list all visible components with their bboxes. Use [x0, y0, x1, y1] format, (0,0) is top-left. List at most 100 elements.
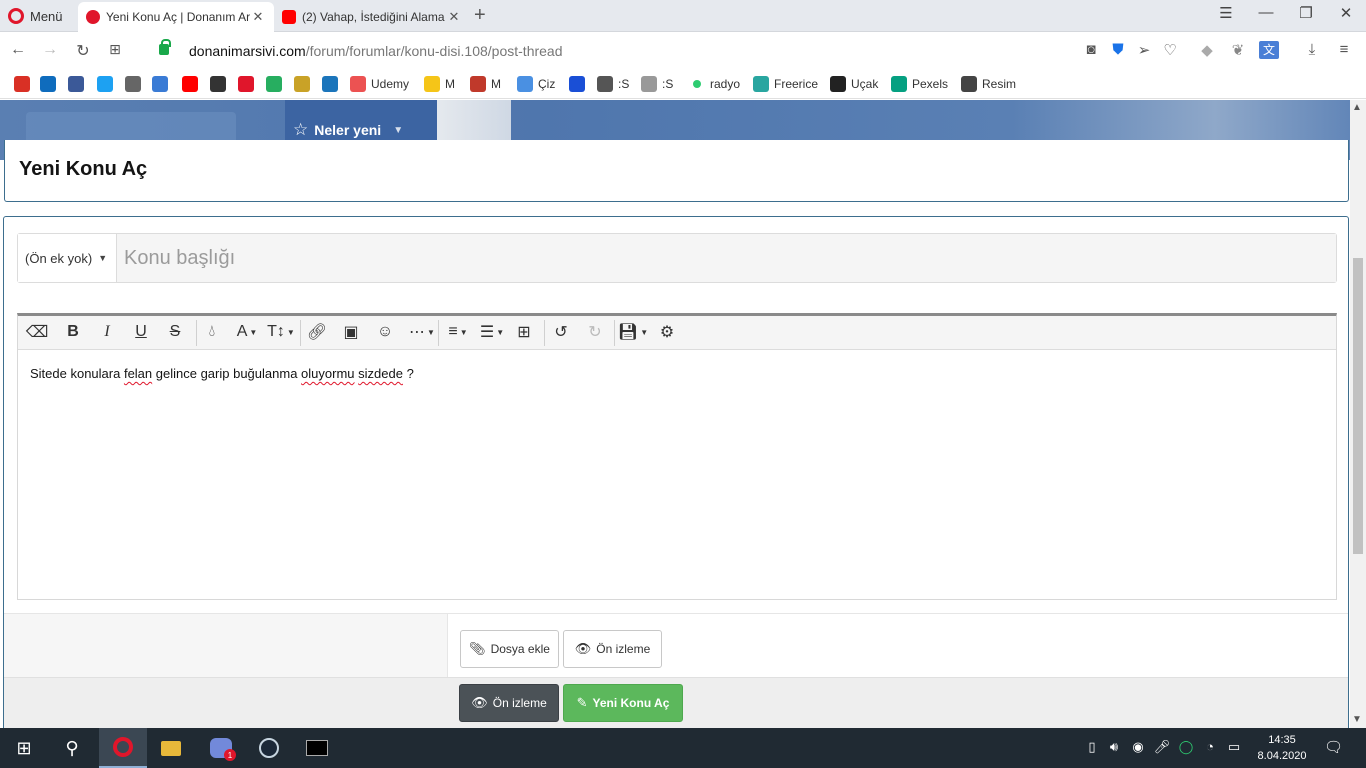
system-clock[interactable]: 14:35 8.04.2020	[1252, 732, 1312, 764]
bookmark-pexels[interactable]: Pexels	[891, 75, 948, 93]
opera-menu-button[interactable]: Menü	[8, 6, 63, 26]
bookmark-resim[interactable]: Resim	[961, 75, 1016, 93]
bookmark-outlook[interactable]	[40, 75, 61, 93]
tray-circle-icon[interactable]: ◯	[1176, 739, 1196, 755]
taskbar-discord[interactable]: 1	[197, 728, 245, 768]
prefix-select[interactable]: (Ön ek yok) ▼	[18, 234, 117, 282]
bookmark-youtube[interactable]	[182, 75, 203, 93]
bookmark-plus[interactable]	[266, 75, 287, 93]
minimize-icon[interactable]: —	[1251, 4, 1281, 21]
bookmark-udemy[interactable]: Udemy	[350, 75, 409, 93]
bookmark-hat[interactable]	[125, 75, 146, 93]
scroll-up-icon[interactable]: ▲	[1352, 102, 1362, 113]
reload-icon[interactable]: ↻	[73, 41, 93, 61]
editor-text-run: gelince garip buğulanma	[152, 366, 302, 381]
battery-icon[interactable]: ▭	[1224, 739, 1244, 755]
bookmark-wolf[interactable]	[210, 75, 231, 93]
tab-menu-icon[interactable]: ☰	[1211, 4, 1241, 22]
extension-cube-icon[interactable]: ◆	[1197, 41, 1217, 59]
lock-icon[interactable]	[159, 39, 171, 55]
restore-icon[interactable]: ❐	[1291, 4, 1321, 22]
device-icon[interactable]: ▯	[1082, 739, 1102, 755]
redo-icon[interactable]: ↻	[584, 321, 606, 343]
submit-preview-button[interactable]: 👁︎ Ön izleme	[459, 684, 559, 722]
close-window-icon[interactable]: ✕	[1331, 4, 1361, 22]
align-icon[interactable]: ≡ ▼	[444, 321, 472, 343]
tab-youtube[interactable]: (2) Vahap, İstediğini Alama ✕	[274, 2, 470, 32]
attach-file-button[interactable]: 📎︎ Dosya ekle	[460, 630, 559, 668]
volume-icon[interactable]: 🔊︎	[1104, 739, 1124, 755]
start-windows-icon[interactable]: ⊞	[0, 728, 48, 768]
taskbar-terminal[interactable]	[293, 728, 341, 768]
camera-icon[interactable]: ◙	[1081, 41, 1101, 58]
bookmark-m-red[interactable]: M	[470, 75, 501, 93]
url-field[interactable]: donanimarsivi.com/forum/forumlar/konu-di…	[189, 43, 563, 59]
editor-content[interactable]: Sitede konulara felan gelince garip buğu…	[30, 366, 414, 381]
bookmark-gmail[interactable]	[14, 75, 35, 93]
forward-arrow-icon[interactable]: →	[40, 41, 60, 59]
strikethrough-icon[interactable]: S	[164, 321, 186, 343]
heart-icon[interactable]: ♡	[1160, 41, 1180, 59]
extension-leaf-icon[interactable]: ❦	[1228, 41, 1248, 59]
new-tab-plus-icon[interactable]: +	[474, 5, 486, 25]
bookmark-bee[interactable]	[294, 75, 315, 93]
link-icon[interactable]: 🔗︎	[306, 321, 328, 343]
smiley-icon[interactable]: ☺	[374, 321, 396, 343]
notification-center-icon[interactable]: 🗨︎	[1324, 738, 1343, 756]
color-drop-icon[interactable]: 💧︎	[201, 321, 223, 343]
bookmark-ih[interactable]	[322, 75, 343, 93]
preview-button[interactable]: 👁︎ Ön izleme	[563, 630, 662, 668]
list-icon[interactable]: ☰ ▼	[478, 321, 506, 343]
font-size-icon[interactable]: T↕ ▼	[266, 321, 296, 343]
back-arrow-icon[interactable]: ←	[8, 41, 28, 59]
search-icon[interactable]: ⚲	[48, 728, 96, 768]
download-icon[interactable]: ⤓	[1302, 41, 1322, 58]
translate-icon[interactable]: 文	[1259, 41, 1279, 59]
settings-gear-icon[interactable]: ⚙	[656, 321, 678, 343]
more-options-icon[interactable]: ⋯ ▼	[406, 321, 438, 343]
bookmark-facebook[interactable]	[68, 75, 89, 93]
scroll-down-icon[interactable]: ▼	[1352, 714, 1362, 725]
undo-icon[interactable]: ↺	[550, 321, 572, 343]
taskbar-opera[interactable]	[99, 728, 147, 768]
speed-dial-icon[interactable]: ⊞	[105, 41, 125, 58]
send-icon[interactable]: ➢	[1134, 41, 1154, 59]
close-tab-icon[interactable]: ✕	[446, 9, 462, 25]
bookmark-kablo[interactable]	[152, 75, 173, 93]
close-tab-icon[interactable]: ✕	[250, 9, 266, 25]
steam-tray-icon[interactable]: ◉	[1128, 739, 1148, 755]
italic-icon[interactable]: I	[96, 321, 118, 343]
easy-setup-icon[interactable]: ≡	[1334, 41, 1354, 58]
font-family-icon[interactable]: A ▼	[232, 321, 262, 343]
bookmark-donanim[interactable]	[238, 75, 259, 93]
opera-icon	[113, 737, 133, 757]
drafts-icon[interactable]: 💾︎ ▼	[618, 321, 648, 343]
scroll-thumb[interactable]	[1353, 258, 1363, 554]
bookmark-m-yellow[interactable]: M	[424, 75, 455, 93]
bookmark-fm[interactable]	[569, 75, 590, 93]
wifi-icon[interactable]: ◔	[1200, 739, 1220, 754]
table-icon[interactable]: ⊞	[513, 321, 535, 343]
bookmark-radio-dot[interactable]: radyo	[689, 75, 740, 93]
underline-icon[interactable]: U	[130, 321, 152, 343]
bookmark-twitter[interactable]	[97, 75, 118, 93]
eraser-icon[interactable]: ⌫	[26, 321, 49, 343]
bookmark-doc[interactable]: :S	[597, 75, 629, 93]
tab-donanim[interactable]: Yeni Konu Aç | Donanım Ar ✕	[78, 2, 274, 32]
create-thread-button[interactable]: ✎ Yeni Konu Aç	[563, 684, 683, 722]
microphone-icon[interactable]: 🎤︎	[1152, 739, 1172, 755]
bookmark-label: Udemy	[371, 77, 410, 91]
caret-down-icon[interactable]: ▼	[393, 125, 403, 136]
bookmarks-bar: Udemy M M Çiz :S :S radyo Freerice Uçak Pexels Res…	[0, 69, 1366, 99]
thread-title-input[interactable]	[118, 234, 1336, 282]
bookmark-plane[interactable]: Uçak	[830, 75, 878, 93]
bookmark-freerice[interactable]: Freerice	[753, 75, 818, 93]
bold-icon[interactable]: B	[62, 321, 84, 343]
bookmark-ciz[interactable]: Çiz	[517, 75, 555, 93]
page-scrollbar[interactable]: ▲ ▼	[1350, 100, 1366, 728]
shield-icon[interactable]: ⛊	[1108, 41, 1128, 58]
taskbar-steam[interactable]	[245, 728, 293, 768]
image-icon[interactable]: ▣	[340, 321, 362, 343]
bookmark-circle[interactable]: :S	[641, 75, 673, 93]
taskbar-explorer[interactable]	[147, 728, 195, 768]
